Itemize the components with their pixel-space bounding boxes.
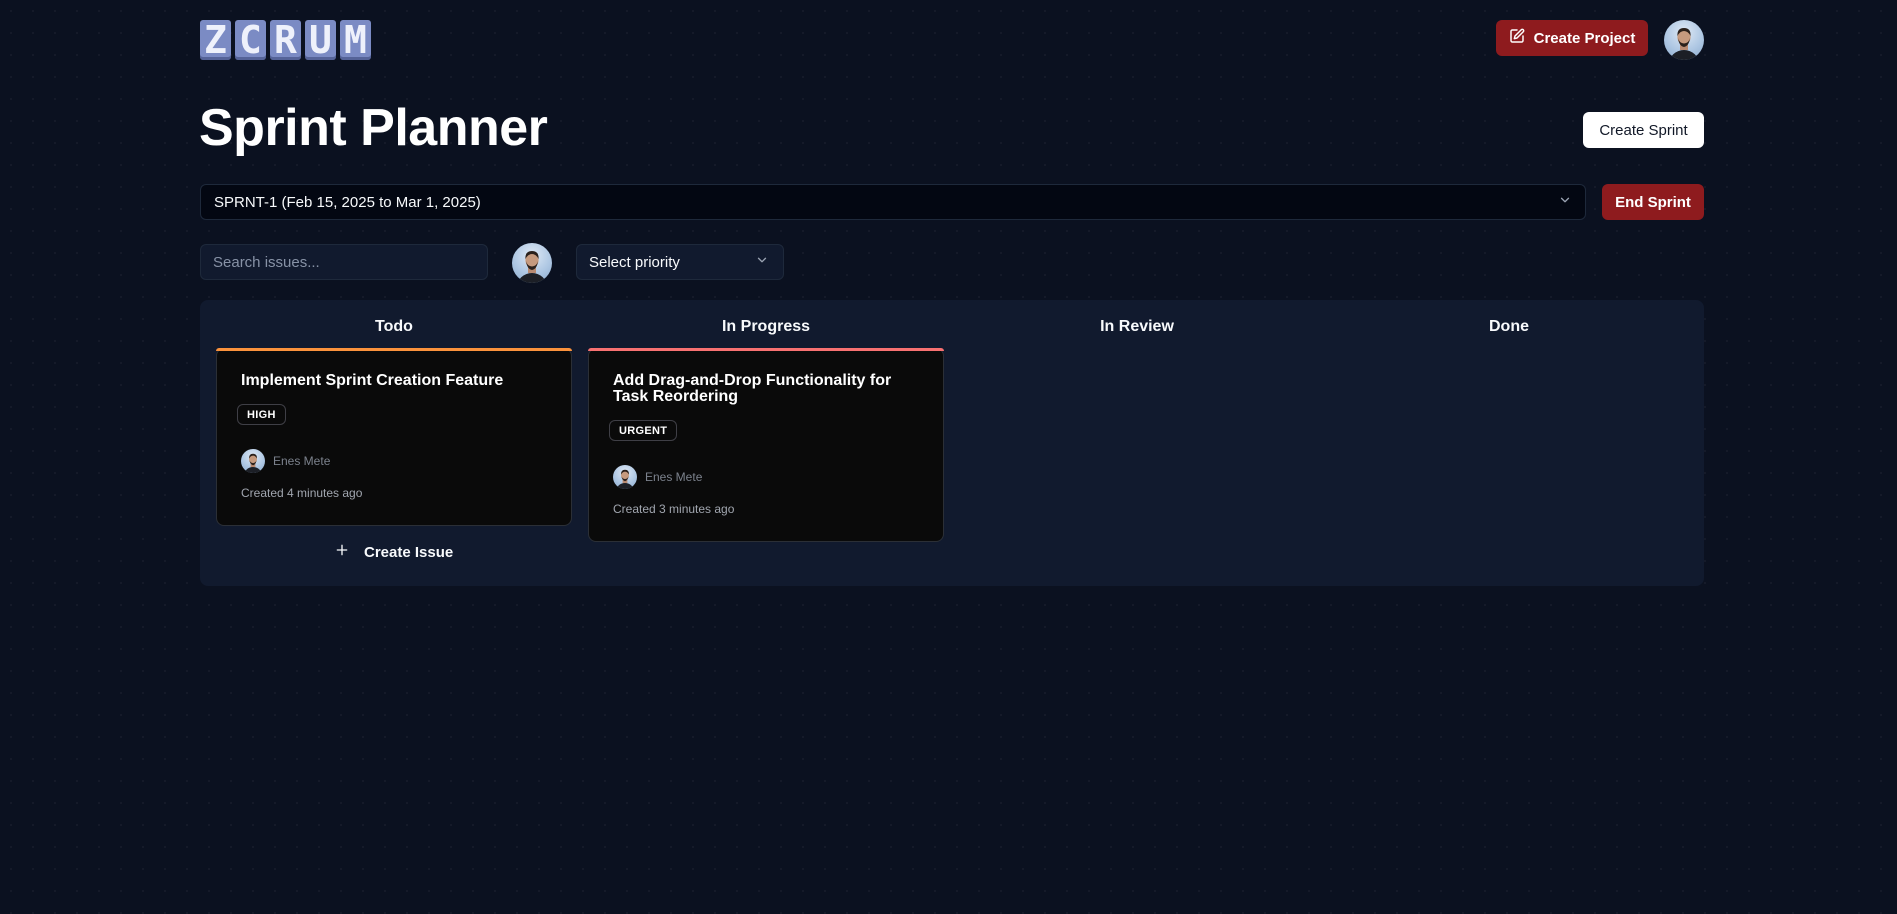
assignee-name: Enes Mete bbox=[645, 470, 703, 484]
chevron-down-icon bbox=[1558, 193, 1572, 211]
create-issue-button[interactable]: Create Issue bbox=[334, 540, 453, 564]
logo-letter: C bbox=[235, 20, 266, 60]
issue-assignee: Enes Mete bbox=[241, 449, 330, 473]
logo-letter: Z bbox=[200, 20, 231, 60]
priority-select-value: Select priority bbox=[589, 253, 680, 271]
priority-badge: URGENT bbox=[609, 420, 678, 441]
issue-assignee: Enes Mete bbox=[613, 465, 702, 489]
issue-card[interactable]: Add Drag-and-Drop Functionality for Task… bbox=[588, 348, 944, 542]
column-title-todo: Todo bbox=[375, 318, 413, 335]
issue-title: Add Drag-and-Drop Functionality for Task… bbox=[613, 372, 892, 405]
issue-title: Implement Sprint Creation Feature bbox=[241, 372, 504, 389]
logo-letter: M bbox=[340, 20, 371, 60]
assignee-name: Enes Mete bbox=[273, 454, 331, 468]
issue-created-time: Created 3 minutes ago bbox=[613, 502, 735, 516]
sprint-select-value: SPRNT-1 (Feb 15, 2025 to Mar 1, 2025) bbox=[214, 193, 481, 211]
logo-letter: U bbox=[305, 20, 336, 60]
logo-letter: R bbox=[270, 20, 301, 60]
zcrum-logo[interactable]: Z C R U M bbox=[200, 20, 371, 60]
priority-indicator bbox=[216, 348, 572, 351]
pen-square-icon bbox=[1509, 28, 1525, 48]
column-title-in-review: In Review bbox=[1100, 318, 1174, 335]
create-project-button[interactable]: Create Project bbox=[1496, 20, 1648, 56]
end-sprint-button[interactable]: End Sprint bbox=[1602, 184, 1704, 220]
column-title-done: Done bbox=[1489, 318, 1529, 335]
assignee-avatar-icon bbox=[241, 449, 265, 473]
sprint-select[interactable]: SPRNT-1 (Feb 15, 2025 to Mar 1, 2025) bbox=[200, 184, 1586, 220]
search-input[interactable] bbox=[200, 244, 488, 280]
create-project-label: Create Project bbox=[1533, 29, 1636, 47]
issue-created-time: Created 4 minutes ago bbox=[241, 486, 363, 500]
column-title-in-progress: In Progress bbox=[721, 318, 811, 335]
assignee-filter-avatar[interactable] bbox=[512, 243, 552, 283]
plus-icon bbox=[334, 542, 350, 562]
issue-card[interactable]: Implement Sprint Creation Feature HIGH E… bbox=[216, 348, 572, 526]
chevron-down-icon bbox=[755, 253, 769, 271]
priority-select[interactable]: Select priority bbox=[576, 244, 784, 280]
assignee-avatar-icon bbox=[613, 465, 637, 489]
priority-badge: HIGH bbox=[237, 404, 286, 425]
page-title: Sprint Planner bbox=[199, 99, 548, 157]
create-sprint-button[interactable]: Create Sprint bbox=[1583, 112, 1704, 148]
priority-indicator bbox=[588, 348, 944, 351]
user-avatar-icon[interactable] bbox=[1664, 20, 1704, 60]
create-issue-label: Create Issue bbox=[364, 543, 454, 561]
